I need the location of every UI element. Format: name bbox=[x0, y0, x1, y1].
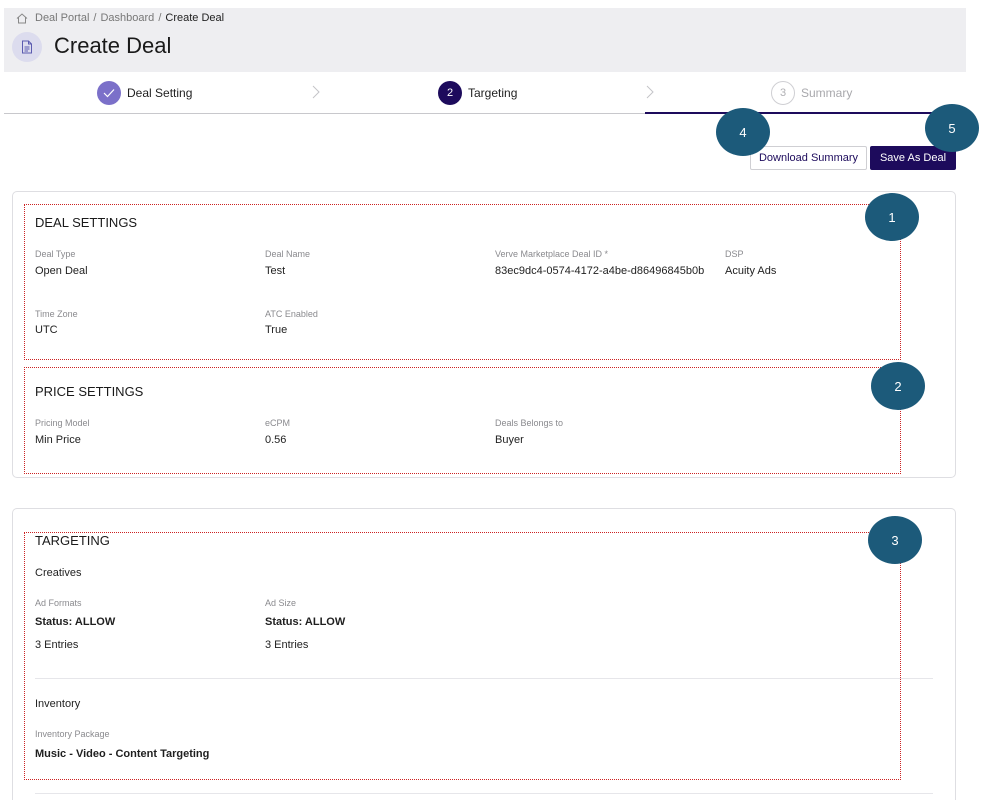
highlight-box-price-settings bbox=[24, 367, 901, 474]
inventory-package-label: Inventory Package bbox=[35, 729, 110, 739]
download-summary-button[interactable]: Download Summary bbox=[750, 146, 867, 170]
deal-id-label: Verve Marketplace Deal ID * bbox=[495, 249, 609, 259]
highlight-box-deal-settings bbox=[24, 204, 901, 360]
targeting-title: TARGETING bbox=[35, 533, 110, 548]
time-zone-label: Time Zone bbox=[35, 309, 78, 319]
callout-marker-2: 2 bbox=[871, 362, 925, 410]
breadcrumb-separator: / bbox=[93, 12, 97, 24]
ecpm-label: eCPM bbox=[265, 418, 291, 428]
deal-name-label: Deal Name bbox=[265, 249, 311, 259]
stepper: Deal Setting 2 Targeting 3 Summary bbox=[4, 72, 966, 114]
callout-marker-1: 1 bbox=[865, 193, 919, 241]
time-zone-value: UTC bbox=[35, 324, 58, 336]
step-label: Targeting bbox=[468, 86, 518, 100]
home-icon[interactable] bbox=[16, 12, 28, 24]
step-number: 2 bbox=[438, 81, 462, 105]
page-header: Deal Portal / Dashboard / Create Deal Cr… bbox=[4, 8, 966, 72]
breadcrumb: Deal Portal / Dashboard / Create Deal bbox=[16, 12, 224, 24]
ad-size-entries[interactable]: 3 Entries bbox=[265, 639, 308, 651]
step-label: Deal Setting bbox=[127, 86, 193, 100]
deal-type-label: Deal Type bbox=[35, 249, 76, 259]
ad-formats-entries[interactable]: 3 Entries bbox=[35, 639, 78, 651]
pricing-model-value: Min Price bbox=[35, 434, 81, 446]
step-targeting[interactable]: 2 Targeting bbox=[438, 81, 517, 105]
deal-id-value: 83ec9dc4-0574-4172-a4be-d86496845b0b bbox=[495, 265, 705, 277]
callout-marker-5: 5 bbox=[925, 104, 979, 152]
document-icon bbox=[12, 32, 42, 62]
creatives-title: Creatives bbox=[35, 567, 82, 579]
dsp-label: DSP bbox=[725, 249, 744, 259]
check-icon bbox=[97, 81, 121, 105]
atc-enabled-value: True bbox=[265, 324, 288, 336]
section-divider bbox=[35, 793, 933, 794]
breadcrumb-current: Create Deal bbox=[165, 12, 225, 24]
page-title: Create Deal bbox=[54, 33, 172, 58]
deals-belongs-to-value: Buyer bbox=[495, 434, 524, 446]
breadcrumb-deal-portal[interactable]: Deal Portal bbox=[35, 12, 89, 24]
callout-marker-3: 3 bbox=[868, 516, 922, 564]
ad-size-status: Status: ALLOW bbox=[265, 616, 346, 628]
chevron-right-icon bbox=[312, 85, 320, 99]
ad-formats-status: Status: ALLOW bbox=[35, 616, 116, 628]
step-indicator-line bbox=[645, 112, 966, 114]
price-settings-title: PRICE SETTINGS bbox=[35, 384, 144, 399]
inventory-title: Inventory bbox=[35, 698, 81, 710]
atc-enabled-label: ATC Enabled bbox=[265, 309, 318, 319]
step-number: 3 bbox=[771, 81, 795, 105]
inventory-package-value: Music - Video - Content Targeting bbox=[35, 748, 210, 760]
pricing-model-label: Pricing Model bbox=[35, 418, 90, 428]
deals-belongs-to-label: Deals Belongs to bbox=[495, 418, 564, 428]
step-label: Summary bbox=[801, 86, 853, 100]
breadcrumb-dashboard[interactable]: Dashboard bbox=[100, 12, 154, 24]
ad-formats-label: Ad Formats bbox=[35, 598, 82, 608]
section-divider bbox=[35, 678, 933, 679]
chevron-right-icon bbox=[646, 85, 654, 99]
deal-settings-title: DEAL SETTINGS bbox=[35, 215, 138, 230]
step-summary[interactable]: 3 Summary bbox=[771, 81, 852, 105]
ad-size-label: Ad Size bbox=[265, 598, 297, 608]
deal-name-value: Test bbox=[265, 265, 286, 277]
step-deal-setting[interactable]: Deal Setting bbox=[97, 81, 192, 105]
callout-marker-4: 4 bbox=[716, 108, 770, 156]
highlight-box-targeting bbox=[24, 532, 901, 780]
ecpm-value: 0.56 bbox=[265, 434, 287, 446]
deal-type-value: Open Deal bbox=[35, 265, 88, 277]
breadcrumb-separator: / bbox=[158, 12, 162, 24]
dsp-value: Acuity Ads bbox=[725, 265, 777, 277]
